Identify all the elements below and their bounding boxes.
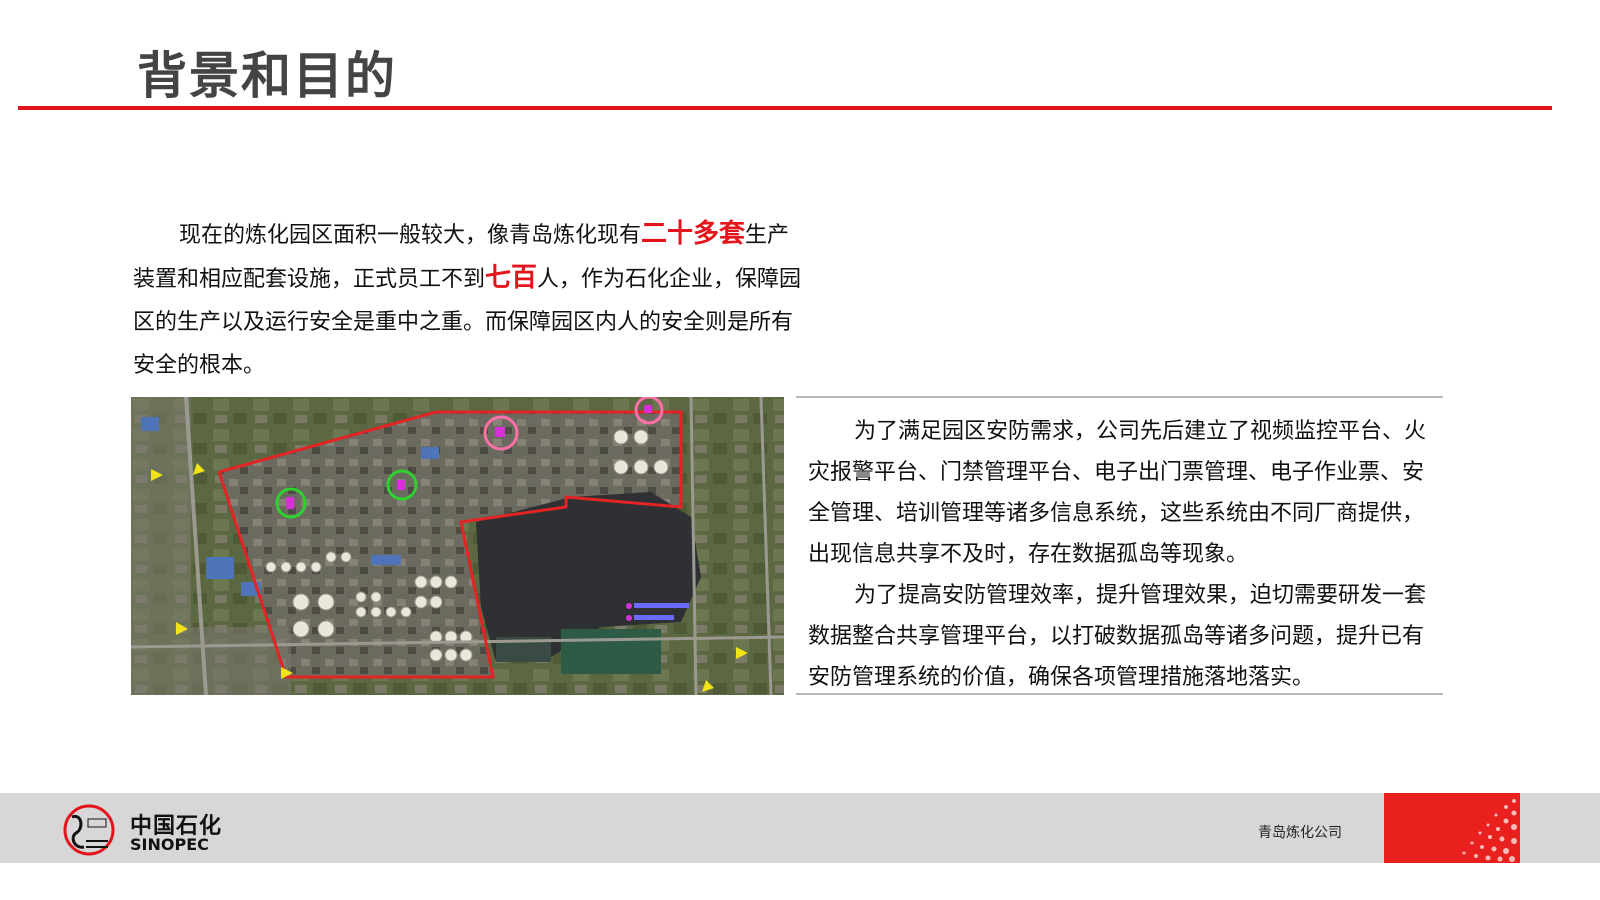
highlight-staff: 七百 [485, 263, 538, 293]
satellite-map-image [131, 397, 784, 695]
intro-paragraph: 现在的炼化园区面积一般较大，像青岛炼化现有二十多套生产装置和相应配套设施，正式员… [133, 213, 805, 387]
purpose-text-box: 为了满足园区安防需求，公司先后建立了视频监控平台、火灾报警平台、门禁管理平台、电… [796, 396, 1443, 695]
intro-text-1: 现在的炼化园区面积一般较大，像青岛炼化现有 [179, 223, 642, 248]
title-divider [18, 106, 1552, 110]
purpose-paragraph-1: 为了满足园区安防需求，公司先后建立了视频监控平台、火灾报警平台、门禁管理平台、电… [796, 411, 1443, 575]
purpose-text-2: 为了提高安防管理效率，提升管理效果，迫切需要研发一套数据整合共享管理平台，以打破… [808, 583, 1427, 690]
brand-name-en: SINOPEC [130, 835, 209, 854]
purpose-text-1: 为了满足园区安防需求，公司先后建立了视频监控平台、火灾报警平台、门禁管理平台、电… [808, 419, 1427, 567]
company-name: 青岛炼化公司 [1258, 825, 1342, 841]
sinopec-logo-icon [63, 804, 115, 856]
highlight-sets: 二十多套 [641, 219, 746, 249]
purpose-paragraph-2: 为了提高安防管理效率，提升管理效果，迫切需要研发一套数据整合共享管理平台，以打破… [796, 575, 1443, 698]
slide-title: 背景和目的 [137, 47, 397, 105]
footer-bar: 中国石化 SINOPEC 青岛炼化公司 [0, 793, 1600, 863]
footer-accent-graphic [1384, 793, 1520, 863]
